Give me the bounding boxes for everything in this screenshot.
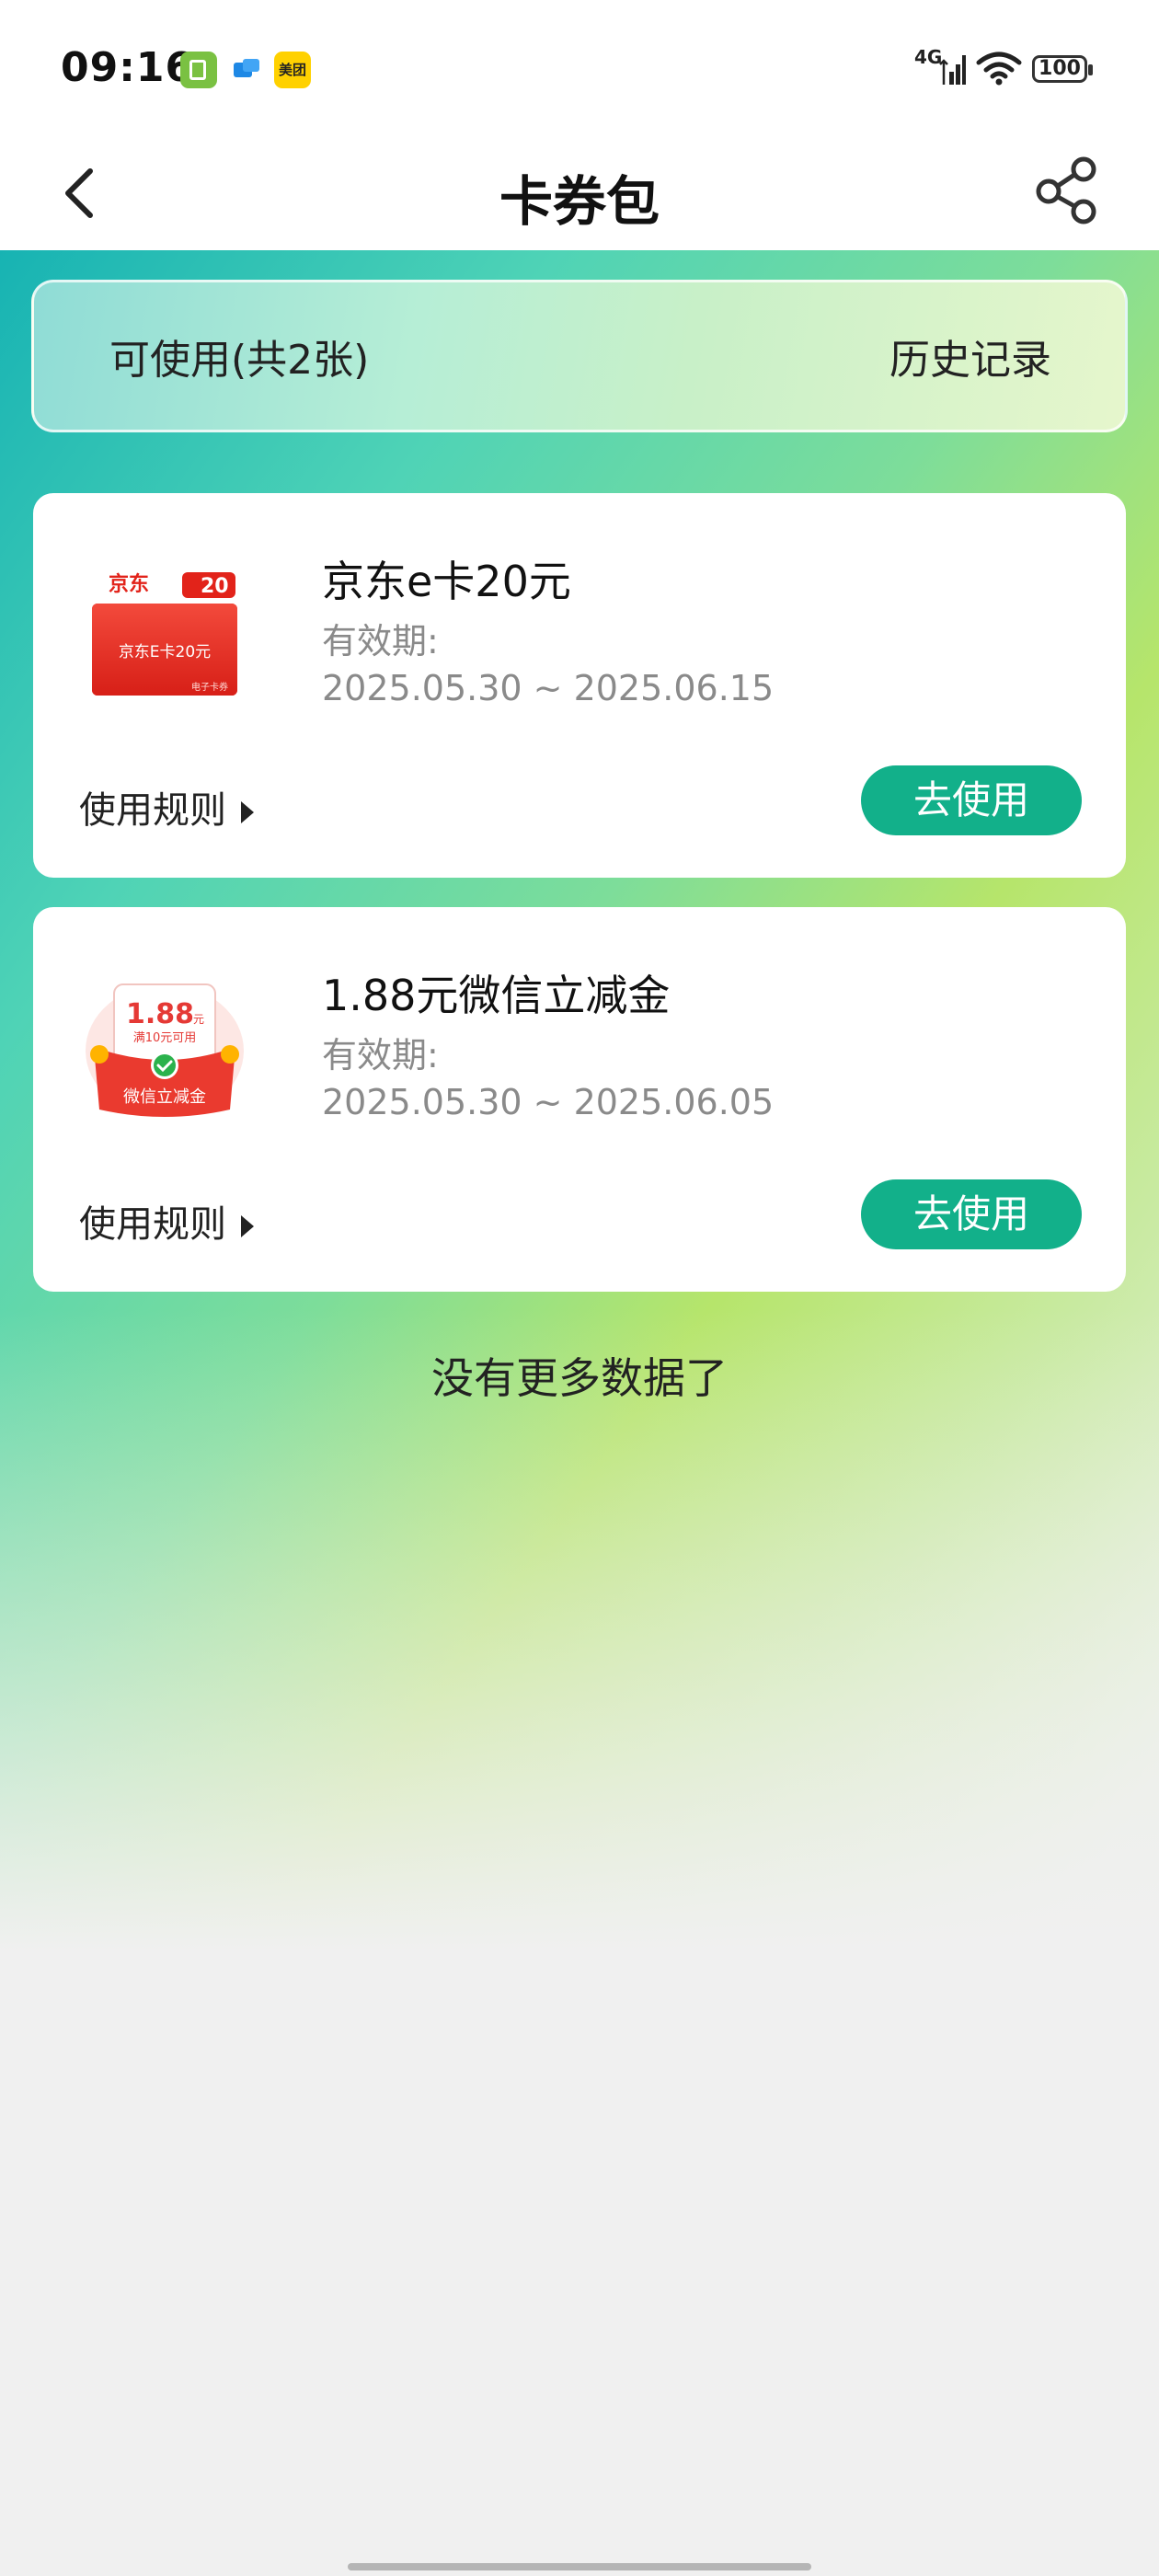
battery-indicator: 100 — [1032, 55, 1093, 83]
caret-right-icon — [241, 1215, 254, 1237]
coupon-title: 1.88元微信立减金 — [322, 971, 671, 1020]
home-indicator[interactable] — [348, 2563, 811, 2570]
clipboard-app-icon — [180, 52, 217, 88]
page-title: 卡券包 — [499, 170, 660, 233]
tab-available[interactable]: 可使用(共2张) — [109, 327, 369, 385]
svg-text:满10元可用: 满10元可用 — [133, 1031, 197, 1045]
wifi-icon — [976, 52, 1022, 86]
coupon-tab-bar: 可使用(共2张) 历史记录 — [31, 280, 1128, 432]
svg-text:1.88: 1.88 — [126, 998, 194, 1030]
signal-icon — [939, 55, 966, 85]
svg-text:元: 元 — [193, 1013, 204, 1026]
svg-text:京东: 京东 — [109, 572, 149, 596]
usage-rules-link[interactable]: 使用规则 — [79, 780, 254, 834]
usage-rules-label: 使用规则 — [79, 789, 226, 832]
svg-text:20: 20 — [201, 575, 229, 598]
usage-rules-link[interactable]: 使用规则 — [79, 1194, 254, 1248]
jd-ecard-thumbnail: 京东 20 京东E卡20元 电子卡券 — [81, 548, 248, 714]
meituan-app-icon: 美团 — [274, 52, 311, 88]
use-coupon-button[interactable]: 去使用 — [861, 1179, 1082, 1249]
use-coupon-button[interactable]: 去使用 — [861, 765, 1082, 835]
svg-text:京东E卡20元: 京东E卡20元 — [119, 643, 211, 661]
status-bar: 09:16 美团 4G 100 — [0, 0, 1159, 138]
validity-label: 有效期: — [322, 1035, 439, 1075]
usage-rules-label: 使用规则 — [79, 1203, 226, 1246]
caret-right-icon — [241, 801, 254, 823]
validity-label: 有效期: — [322, 621, 439, 661]
no-more-data-text: 没有更多数据了 — [431, 1353, 728, 1403]
coupon-title: 京东e卡20元 — [322, 557, 571, 606]
wechat-discount-thumbnail: 1.88 元 满10元可用 微信立减金 — [81, 962, 248, 1128]
nav-header: 卡券包 — [0, 138, 1159, 250]
status-time: 09:16 — [61, 44, 195, 91]
share-icon[interactable] — [1032, 153, 1106, 226]
validity-range: 2025.05.30 ~ 2025.06.05 — [322, 1082, 775, 1122]
tab-history[interactable]: 历史记录 — [889, 327, 1051, 385]
svg-text:电子卡券: 电子卡券 — [191, 681, 228, 693]
validity-range: 2025.05.30 ~ 2025.06.15 — [322, 668, 775, 708]
messaging-app-icon — [228, 52, 265, 88]
coupon-card-wechat[interactable]: 1.88 元 满10元可用 微信立减金 1.88元微信立减金 有效期: 2025… — [33, 907, 1126, 1292]
svg-text:微信立减金: 微信立减金 — [123, 1087, 206, 1107]
coupon-card-jd[interactable]: 京东 20 京东E卡20元 电子卡券 京东e卡20元 有效期: 2025.05.… — [33, 493, 1126, 878]
